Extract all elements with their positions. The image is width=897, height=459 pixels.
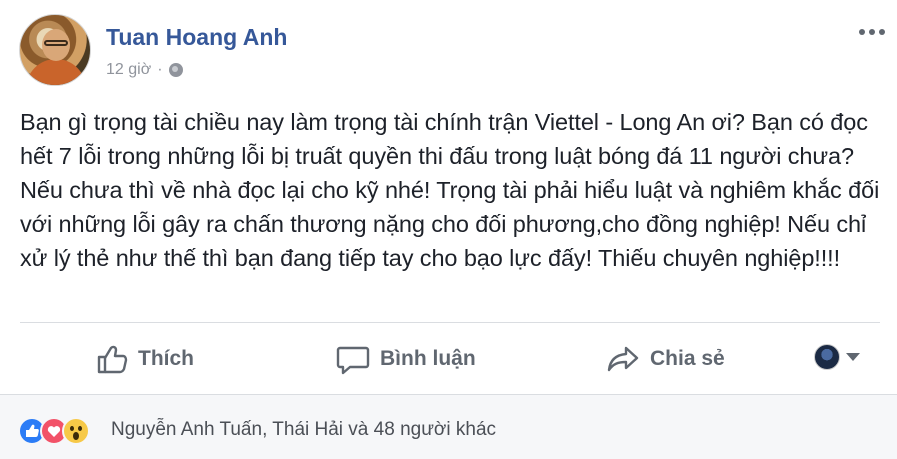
reaction-icons[interactable]	[18, 417, 90, 445]
share-label: Chia sẻ	[650, 347, 725, 370]
divider	[20, 322, 880, 323]
meta-separator: ·	[157, 61, 163, 78]
reaction-as-selector[interactable]	[814, 344, 860, 370]
share-icon	[607, 346, 639, 372]
globe-icon[interactable]	[168, 63, 183, 77]
avatar-robe	[26, 59, 86, 85]
wow-reaction-icon	[62, 417, 90, 445]
author-avatar[interactable]	[19, 14, 91, 86]
profile-avatar	[814, 344, 840, 370]
more-dot	[879, 29, 885, 35]
post-timestamp[interactable]: 12 giờ	[106, 61, 151, 79]
reaction-summary[interactable]: Nguyễn Anh Tuấn, Thái Hải và 48 người kh…	[111, 419, 496, 441]
post-meta: 12 giờ ·	[106, 61, 183, 79]
comment-label: Bình luận	[380, 347, 476, 370]
like-button[interactable]: Thích	[96, 340, 194, 378]
avatar-glasses	[44, 40, 68, 46]
share-button[interactable]: Chia sẻ	[606, 340, 725, 378]
post-card: Tuan Hoang Anh 12 giờ · Bạn gì trọng tài…	[0, 0, 897, 459]
chevron-down-icon	[846, 353, 860, 361]
author-name[interactable]: Tuan Hoang Anh	[106, 24, 287, 51]
more-dot	[869, 29, 875, 35]
thumbs-up-icon	[97, 345, 128, 374]
post-text: Bạn gì trọng tài chiều nay làm trọng tài…	[20, 109, 880, 271]
more-options-icon[interactable]	[855, 22, 889, 42]
more-dot	[859, 29, 865, 35]
comment-button[interactable]: Bình luận	[336, 340, 476, 378]
like-label: Thích	[138, 347, 194, 370]
comment-icon	[336, 346, 370, 375]
